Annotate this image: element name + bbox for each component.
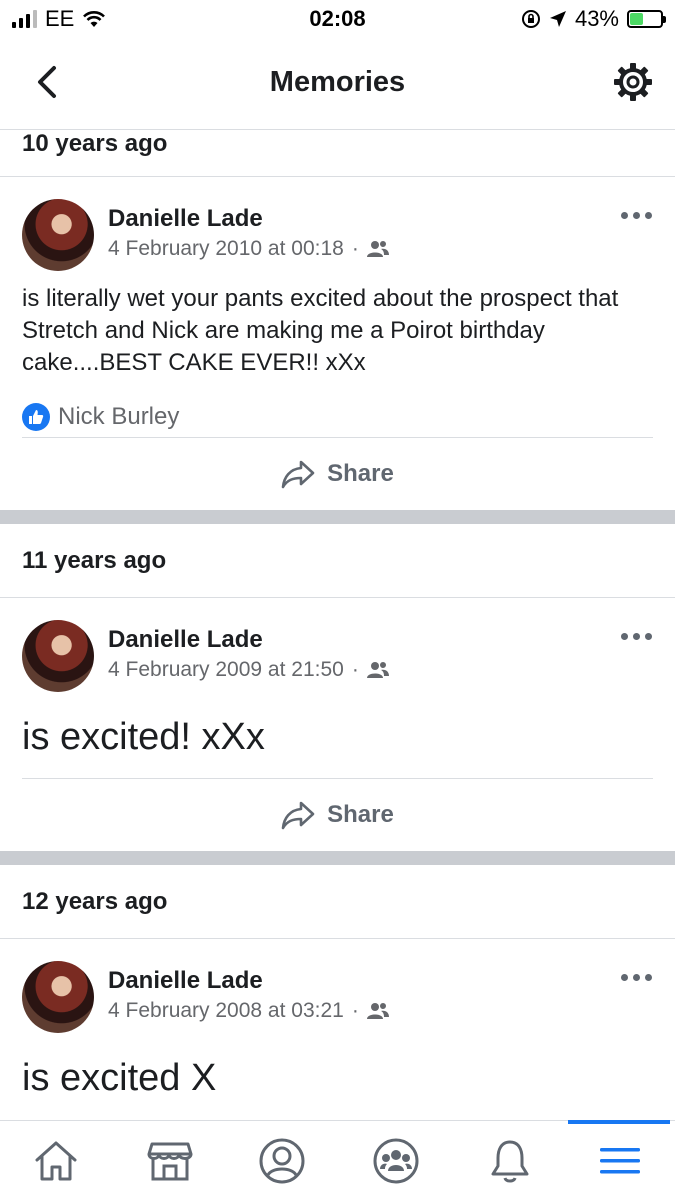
location-icon xyxy=(549,11,566,27)
nav-header: Memories xyxy=(0,40,675,130)
marketplace-tab[interactable] xyxy=(144,1135,196,1187)
post-text: is literally wet your pants excited abou… xyxy=(22,285,619,376)
friends-audience-icon xyxy=(366,662,389,678)
memory-post: Danielle Lade 4 February 2009 at 21:50 ·… xyxy=(0,598,675,851)
more-options-icon[interactable] xyxy=(621,630,653,642)
post-meta: 4 February 2008 at 03:21 · xyxy=(108,999,389,1023)
section-header: 11 years ago xyxy=(0,524,675,598)
page-title: Memories xyxy=(269,66,406,98)
friends-audience-icon xyxy=(366,1003,389,1019)
share-icon xyxy=(281,801,315,830)
post-header: Danielle Lade 4 February 2010 at 00:18 · xyxy=(22,177,653,271)
share-icon xyxy=(281,460,315,489)
section-header: 10 years ago xyxy=(0,130,675,177)
share-button[interactable]: Share xyxy=(22,438,653,510)
like-icon xyxy=(22,403,50,431)
meta-separator: · xyxy=(351,658,359,681)
post-author[interactable]: Danielle Lade xyxy=(108,967,263,995)
memory-post: Danielle Lade 4 February 2008 at 03:21 ·… xyxy=(0,939,675,1101)
groups-icon xyxy=(373,1138,419,1184)
bottom-tab-bar xyxy=(0,1120,675,1200)
section-separator xyxy=(0,851,675,865)
share-label: Share xyxy=(327,801,394,828)
rotation-lock-icon xyxy=(521,10,540,28)
more-options-icon[interactable] xyxy=(621,209,653,221)
marketplace-icon xyxy=(147,1142,193,1181)
notifications-tab[interactable] xyxy=(484,1135,536,1187)
post-meta: 4 February 2010 at 00:18 · xyxy=(108,237,389,261)
status-right: 43% xyxy=(521,6,666,32)
avatar[interactable] xyxy=(22,620,94,692)
reactions-names: Nick Burley xyxy=(58,403,180,430)
reactions-row[interactable]: Nick Burley xyxy=(22,397,653,437)
post-timestamp[interactable]: 4 February 2009 at 21:50 xyxy=(108,658,344,682)
post-author[interactable]: Danielle Lade xyxy=(108,626,263,654)
post-meta: 4 February 2009 at 21:50 · xyxy=(108,658,389,682)
profile-icon xyxy=(259,1138,305,1184)
menu-icon xyxy=(600,1148,640,1174)
profile-tab[interactable] xyxy=(256,1135,308,1187)
friends-audience-icon xyxy=(366,241,389,257)
bell-icon xyxy=(491,1140,529,1183)
active-tab-indicator xyxy=(568,1120,670,1124)
home-tab[interactable] xyxy=(30,1135,82,1187)
post-header: Danielle Lade 4 February 2009 at 21:50 · xyxy=(22,598,653,692)
battery-percent: 43% xyxy=(574,6,619,31)
post-header: Danielle Lade 4 February 2008 at 03:21 · xyxy=(22,939,653,1033)
groups-tab[interactable] xyxy=(370,1135,422,1187)
memories-feed: 10 years ago Danielle Lade 4 February 20… xyxy=(0,130,675,1120)
post-author[interactable]: Danielle Lade xyxy=(108,205,263,233)
menu-tab[interactable] xyxy=(594,1135,646,1187)
share-label: Share xyxy=(327,460,394,487)
status-bar: EE 02:08 43% xyxy=(0,0,675,40)
gear-icon[interactable] xyxy=(613,62,653,102)
section-header: 12 years ago xyxy=(0,865,675,939)
battery-icon xyxy=(627,10,666,28)
meta-separator: · xyxy=(351,237,359,260)
section-separator xyxy=(0,510,675,524)
post-text: is excited! xXx xyxy=(22,716,265,758)
meta-separator: · xyxy=(351,999,359,1022)
post-timestamp[interactable]: 4 February 2008 at 03:21 xyxy=(108,999,344,1023)
avatar[interactable] xyxy=(22,961,94,1033)
more-options-icon[interactable] xyxy=(621,971,653,983)
post-text: is excited X xyxy=(22,1057,217,1099)
share-button[interactable]: Share xyxy=(22,779,653,851)
post-timestamp[interactable]: 4 February 2010 at 00:18 xyxy=(108,237,344,261)
home-icon xyxy=(35,1141,77,1181)
avatar[interactable] xyxy=(22,199,94,271)
memory-post: Danielle Lade 4 February 2010 at 00:18 ·… xyxy=(0,177,675,510)
